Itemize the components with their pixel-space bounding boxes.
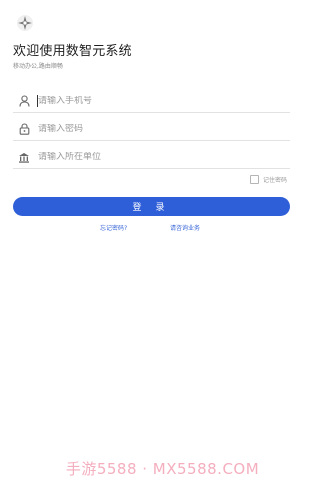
page-subtitle: 移动办公,路由顺畅 [13, 63, 63, 70]
unit-field[interactable] [13, 146, 290, 169]
unit-input[interactable] [38, 152, 268, 162]
app-logo-icon [16, 14, 34, 32]
text-caret [37, 95, 38, 107]
contact-link[interactable]: 请咨询业务 [170, 223, 200, 232]
lock-icon [18, 123, 30, 135]
password-field[interactable] [13, 118, 290, 141]
phone-field[interactable] [13, 90, 290, 113]
user-icon [18, 95, 30, 107]
building-icon [18, 151, 30, 163]
phone-input[interactable] [38, 96, 268, 106]
page-title: 欢迎使用数智元系统 [13, 44, 132, 59]
remember-checkbox[interactable] [250, 175, 259, 184]
remember-password[interactable]: 记住密码 [250, 175, 287, 184]
forgot-password-link[interactable]: 忘记密码? [100, 223, 127, 232]
remember-label: 记住密码 [263, 177, 288, 184]
password-input[interactable] [38, 124, 268, 134]
watermark: 手游5588 · MX5588.COM [65, 460, 260, 478]
login-button[interactable]: 登录 [13, 197, 290, 216]
